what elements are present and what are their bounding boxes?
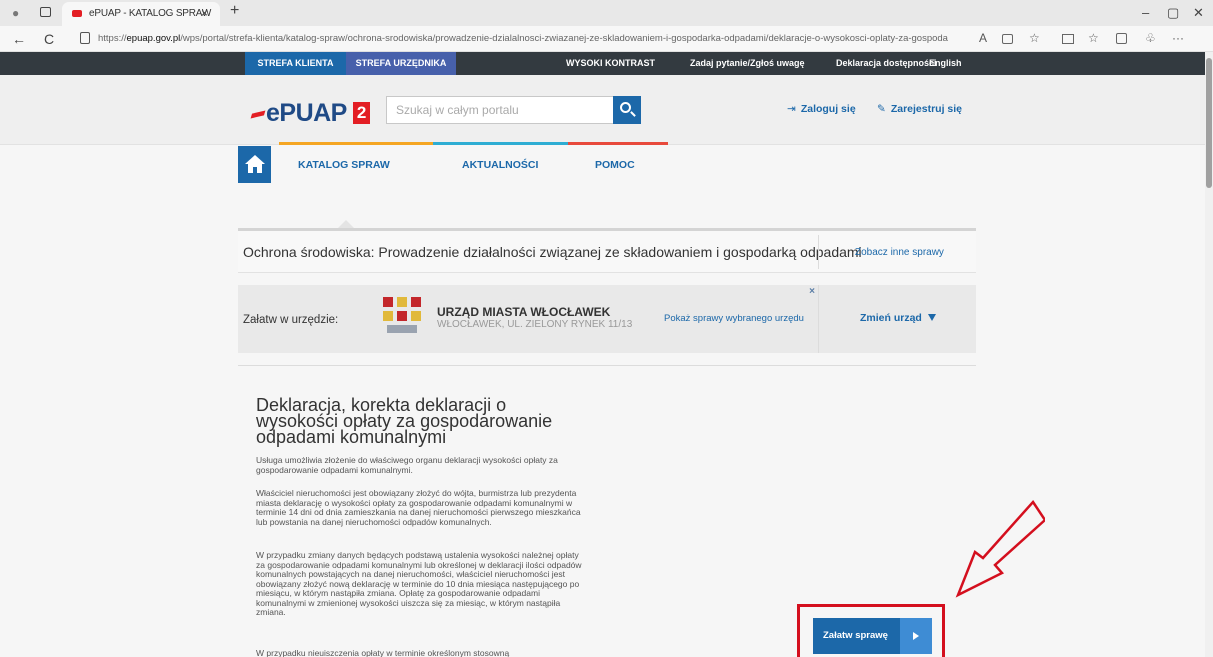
- section-pointer: [338, 220, 354, 228]
- site-header: ePUAP 2: [0, 75, 1205, 145]
- login-icon: ⇥: [787, 103, 796, 115]
- address-bar: ← C https://epuap.gov.pl/wps/portal/stre…: [0, 26, 1213, 72]
- divider: [818, 285, 819, 353]
- office-name: URZĄD MIASTA WŁOCŁAWEK: [437, 305, 611, 319]
- favorites-bar-icon[interactable]: ☆: [1088, 31, 1099, 45]
- extensions-icon[interactable]: ♧: [1145, 31, 1156, 45]
- site-top-strip: STREFA KLIENTA STREFA URZĘDNIKA WYSOKI K…: [0, 52, 1205, 75]
- logo-swoosh-icon: [250, 110, 266, 119]
- refresh-button[interactable]: C: [44, 31, 54, 47]
- service-paragraph: Właściciel nieruchomości jest obowiązany…: [256, 488, 581, 527]
- tab-title: ePUAP - KATALOG SPRAW: [89, 8, 212, 19]
- minimize-button[interactable]: –: [1142, 5, 1149, 20]
- english-link[interactable]: English: [929, 58, 962, 68]
- browser-tab[interactable]: ePUAP - KATALOG SPRAW ×: [62, 2, 220, 26]
- category-row: Ochrona środowiska: Prowadzenie działaln…: [238, 228, 976, 273]
- office-row: Załatw w urzędzie: URZĄD MIASTA WŁOCŁAWE…: [238, 285, 976, 353]
- window-close-button[interactable]: ✕: [1193, 5, 1204, 21]
- page-scrollbar[interactable]: [1205, 52, 1213, 657]
- zone-client-tab[interactable]: STREFA KLIENTA: [245, 52, 346, 75]
- caret-down-icon: [927, 314, 936, 321]
- nav-help[interactable]: POMOC: [595, 159, 635, 171]
- office-address: WŁOCŁAWEK, UL. ZIELONY RYNEK 11/13: [437, 319, 633, 330]
- tab-close-icon[interactable]: ×: [201, 6, 208, 20]
- change-office-button[interactable]: Zmień urząd: [860, 312, 936, 324]
- accessibility-declaration-link[interactable]: Deklaracja dostępności: [836, 58, 937, 68]
- nav-accent-catalog: [279, 142, 433, 145]
- login-link[interactable]: ⇥ Zaloguj się: [787, 103, 856, 115]
- search-input[interactable]: [387, 97, 613, 123]
- split-screen-icon[interactable]: [1062, 34, 1074, 44]
- read-aloud-icon[interactable]: A: [979, 31, 987, 45]
- pencil-icon: ✎: [877, 103, 886, 115]
- search-button[interactable]: [613, 96, 641, 124]
- epuap-favicon-icon: [72, 10, 82, 17]
- nav-accent-help: [568, 142, 668, 145]
- service-paragraph: Usługa umożliwia złożenie do właściwego …: [256, 455, 558, 475]
- new-tab-button[interactable]: +: [230, 2, 239, 20]
- lock-icon: [80, 32, 90, 44]
- register-link[interactable]: ✎ Zarejestruj się: [877, 103, 962, 115]
- play-arrow-icon: [900, 618, 932, 654]
- search-icon: [620, 102, 631, 113]
- category-text: Ochrona środowiska: Prowadzenie działaln…: [243, 244, 862, 260]
- service-paragraph: W przypadku zmiany danych będących podst…: [256, 550, 582, 617]
- restore-button[interactable]: ▢: [1167, 5, 1179, 21]
- collections-icon[interactable]: [1116, 33, 1127, 44]
- back-button[interactable]: ←: [12, 31, 26, 47]
- clear-office-icon[interactable]: ×: [805, 285, 819, 298]
- service-paragraph: W przypadku nieuiszczenia opłaty w termi…: [256, 648, 510, 657]
- app-view-icon[interactable]: [1002, 34, 1013, 44]
- nav-catalog[interactable]: KATALOG SPRAW: [298, 159, 390, 171]
- epuap-logo[interactable]: ePUAP 2: [250, 99, 370, 127]
- url-field[interactable]: https://epuap.gov.pl/wps/portal/strefa-k…: [72, 29, 972, 49]
- scrollbar-thumb[interactable]: [1206, 58, 1212, 188]
- high-contrast-link[interactable]: WYSOKI KONTRAST: [566, 58, 655, 68]
- search-box: [386, 96, 641, 124]
- office-label: Załatw w urzędzie:: [243, 314, 339, 326]
- other-cases-link[interactable]: Zobacz inne sprawy: [855, 247, 944, 258]
- home-button[interactable]: [238, 146, 271, 183]
- zone-official-tab[interactable]: STREFA URZĘDNIKA: [346, 52, 456, 75]
- divider: [238, 365, 976, 366]
- nav-news[interactable]: AKTUALNOŚCI: [462, 159, 538, 171]
- service-title: Deklaracja, korekta deklaracji o wysokoś…: [256, 395, 553, 447]
- browser-tab-bar: ● ePUAP - KATALOG SPRAW × + – ▢ ✕: [0, 0, 1213, 26]
- profile-icon[interactable]: ●: [12, 6, 28, 20]
- more-icon[interactable]: ···: [1172, 31, 1184, 45]
- ask-question-link[interactable]: Zadaj pytanie/Zgłoś uwagę: [690, 58, 805, 68]
- show-office-cases-link[interactable]: Pokaż sprawy wybranego urzędu: [664, 313, 804, 324]
- tab-actions-icon[interactable]: [40, 7, 51, 17]
- favorites-icon[interactable]: ☆: [1029, 31, 1040, 45]
- nav-accent-news: [433, 142, 568, 145]
- annotation-arrow-icon: [955, 499, 1045, 598]
- city-crest-icon: [383, 297, 421, 337]
- handle-case-button[interactable]: Załatw sprawę: [813, 618, 932, 654]
- handle-case-label: Załatw sprawę: [823, 630, 888, 641]
- divider: [818, 235, 819, 269]
- home-icon: [245, 155, 265, 164]
- url-text: https://epuap.gov.pl/wps/portal/strefa-k…: [98, 33, 948, 44]
